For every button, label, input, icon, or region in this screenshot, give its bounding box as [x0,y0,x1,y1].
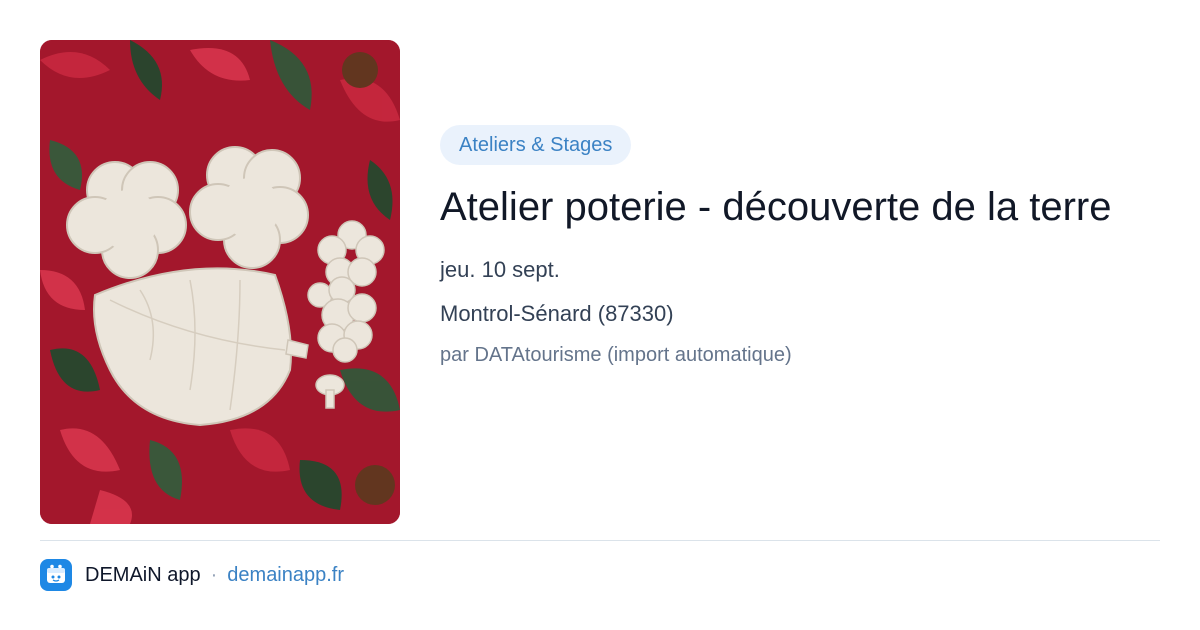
app-domain-link[interactable]: demainapp.fr [227,564,344,587]
category-badge[interactable]: Ateliers & Stages [440,125,632,165]
footer-separator: · [210,563,218,586]
pottery-photo [40,40,400,524]
footer: DEMAiN app · demainapp.fr [40,558,344,592]
event-source: par DATAtourisme (import automatique) [440,344,792,366]
demain-app-logo-icon [40,559,72,591]
footer-divider [40,540,1160,541]
event-info: Ateliers & Stages Atelier poterie - déco… [440,125,1160,369]
event-photo [40,40,400,524]
event-date: jeu. 10 sept. [440,257,560,282]
event-location: Montrol-Sénard (87330) [440,301,674,326]
app-name: DEMAiN app [85,563,201,586]
event-title: Atelier poterie - découverte de la terre [440,185,1112,229]
